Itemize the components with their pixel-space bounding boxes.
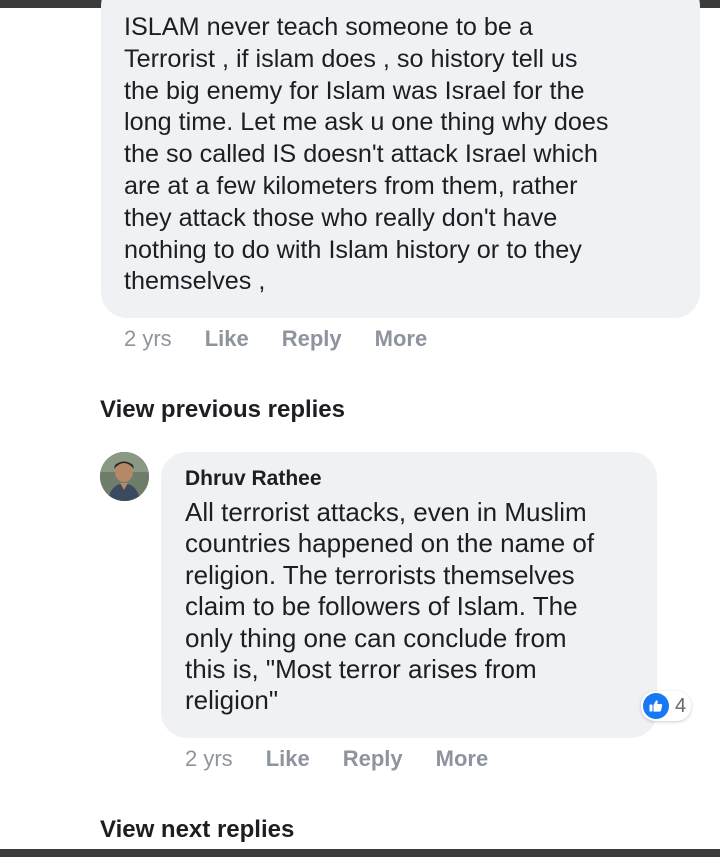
comment-text: ISLAM never teach someone to be a Terror… xyxy=(124,13,609,296)
bottom-frame-bar xyxy=(0,849,720,857)
avatar[interactable] xyxy=(100,452,149,501)
like-thumb-icon xyxy=(643,693,669,719)
reply-bubble: Dhruv Rathee All terrorist attacks, even… xyxy=(161,452,657,738)
comment-actions: 2 yrs Like Reply More xyxy=(124,326,427,352)
reply-actions: 2 yrs Like Reply More xyxy=(185,746,488,772)
like-button[interactable]: Like xyxy=(205,326,249,352)
like-button[interactable]: Like xyxy=(266,746,310,772)
view-next-replies-link[interactable]: View next replies xyxy=(100,816,294,844)
author-name[interactable]: Dhruv Rathee xyxy=(185,466,637,492)
reply-button[interactable]: Reply xyxy=(282,326,342,352)
comment-bubble: ISLAM never teach someone to be a Terror… xyxy=(101,0,700,318)
comment-timestamp: 2 yrs xyxy=(124,326,172,351)
more-button[interactable]: More xyxy=(436,746,489,772)
reply-text: All terrorist attacks, even in Muslim co… xyxy=(185,497,595,716)
avatar-photo-icon xyxy=(100,452,149,501)
reply-button[interactable]: Reply xyxy=(343,746,403,772)
reaction-badge[interactable]: 4 xyxy=(641,691,692,721)
reaction-count: 4 xyxy=(675,694,687,717)
view-previous-replies-link[interactable]: View previous replies xyxy=(100,396,345,424)
more-button[interactable]: More xyxy=(375,326,428,352)
reply-timestamp: 2 yrs xyxy=(185,746,233,771)
